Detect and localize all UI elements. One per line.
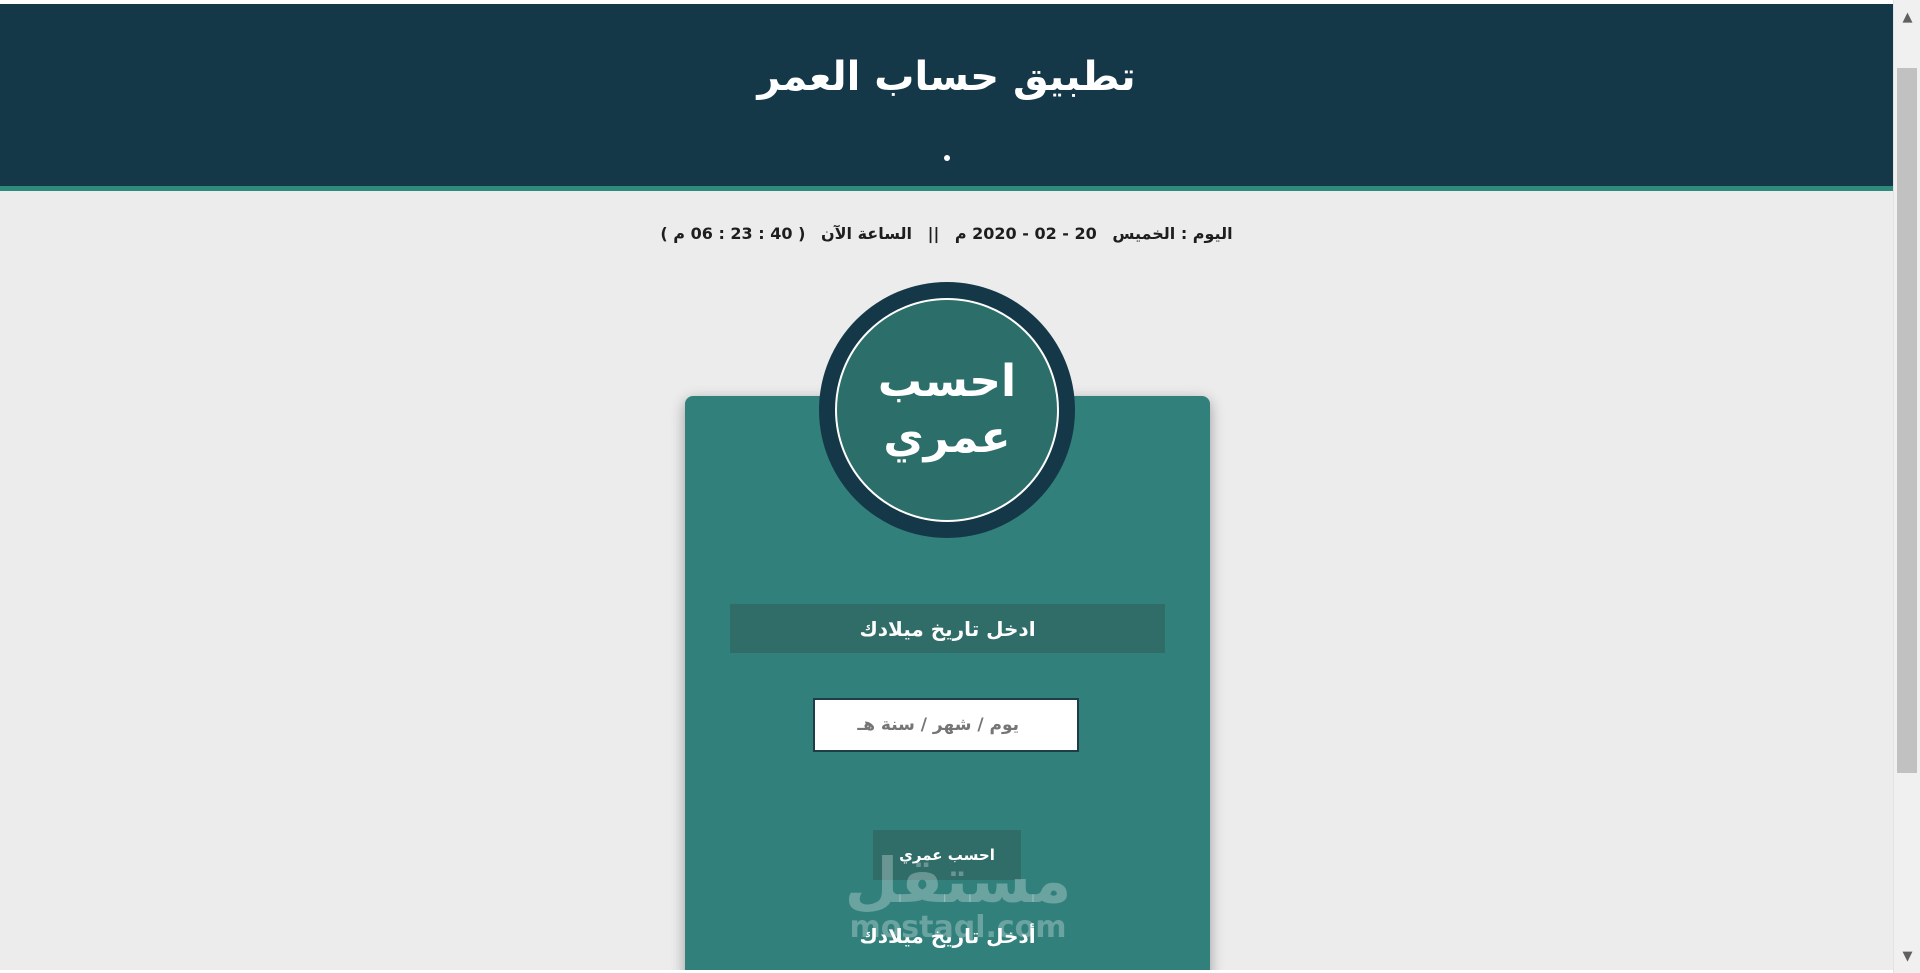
badge-inner-circle: احسب عمري <box>835 298 1059 522</box>
day-label: اليوم : الخميس <box>1112 224 1233 243</box>
badge-line-2: عمري <box>883 412 1011 463</box>
time-label: الساعة الآن <box>820 224 913 243</box>
separator: || <box>927 224 940 243</box>
badge-line-1: احسب <box>877 356 1017 407</box>
header-dot <box>944 155 950 161</box>
app-title: تطبيق حساب العمر <box>757 54 1136 100</box>
calculate-age-button[interactable]: احسب عمري <box>873 830 1021 880</box>
app-header: تطبيق حساب العمر <box>0 4 1893 191</box>
scroll-up-icon[interactable]: ▲ <box>1894 4 1920 30</box>
vertical-scrollbar[interactable]: ▲ ▼ <box>1893 0 1920 973</box>
time-value: ( 40 : 23 : 06 م ) <box>660 224 806 243</box>
scroll-down-icon[interactable]: ▼ <box>1894 943 1920 969</box>
page: تطبيق حساب العمر اليوم : الخميس 20 - 02 … <box>0 0 1920 973</box>
date-time-line: اليوم : الخميس 20 - 02 - 2020 م || الساع… <box>0 224 1893 243</box>
birthdate-input[interactable] <box>813 698 1079 752</box>
birthdate-title-secondary: أدخل تاريخ ميلادك <box>859 924 1036 948</box>
scroll-thumb[interactable] <box>1897 68 1917 773</box>
birthdate-title: ادخل تاريخ ميلادك <box>730 604 1165 653</box>
date-value: 20 - 02 - 2020 م <box>954 224 1097 243</box>
badge-logo: احسب عمري <box>819 282 1075 538</box>
